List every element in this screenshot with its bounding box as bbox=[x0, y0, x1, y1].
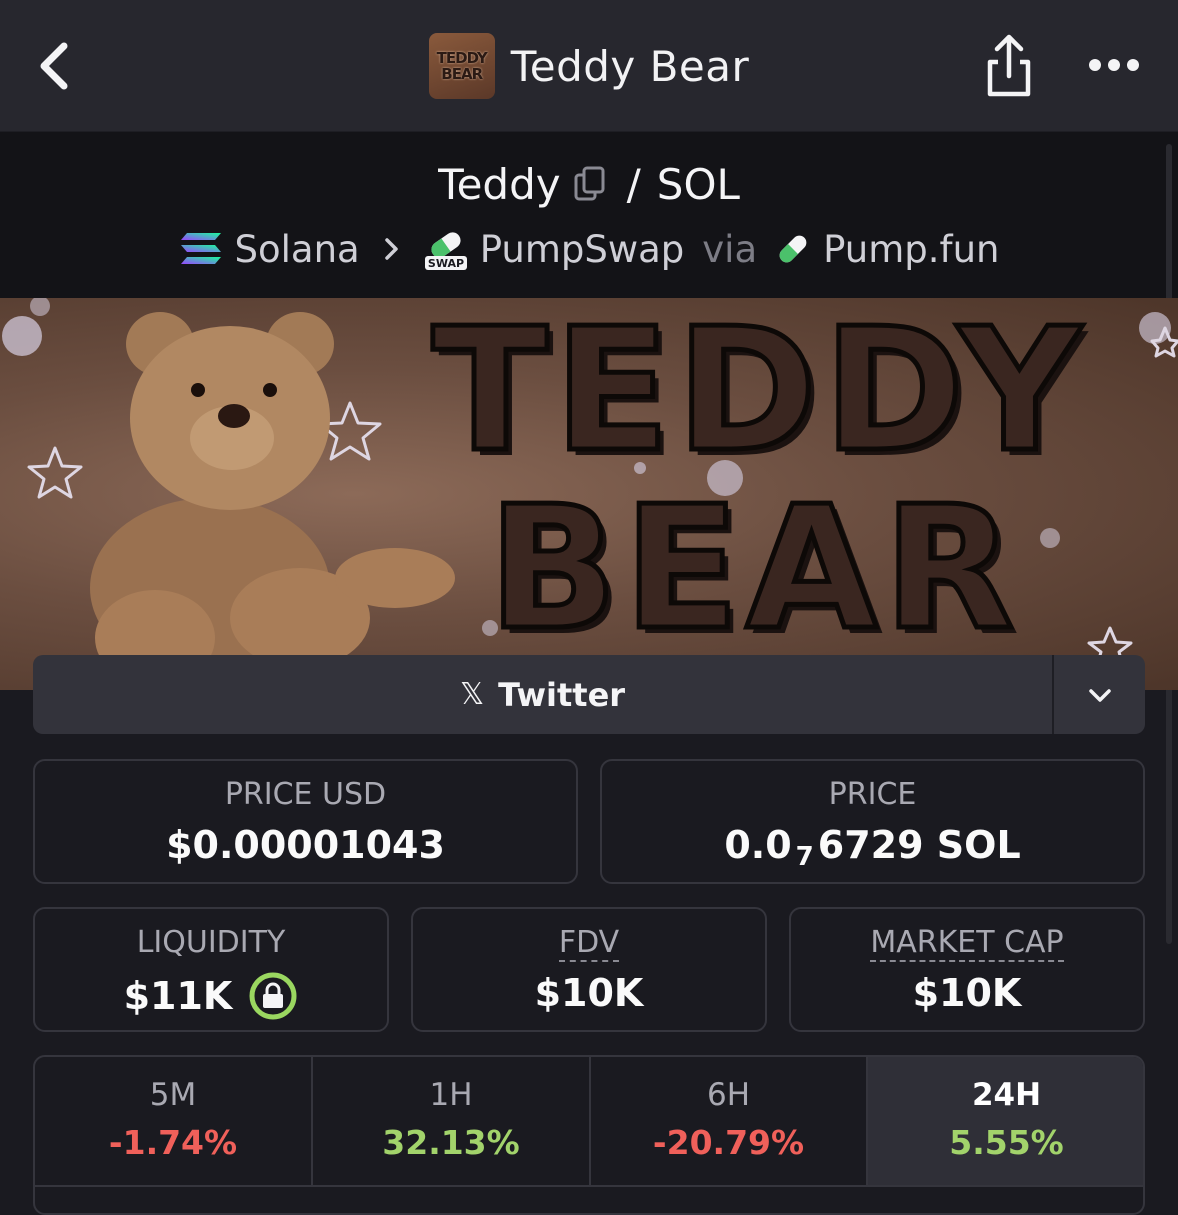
tab-1h[interactable]: 1H 32.13% bbox=[313, 1057, 589, 1187]
share-button[interactable] bbox=[980, 32, 1038, 100]
market-cap-label: MARKET CAP bbox=[870, 925, 1064, 962]
price-sol-label: PRICE bbox=[828, 777, 917, 812]
top-bar: TEDDY BEAR Teddy Bear bbox=[0, 0, 1178, 132]
liquidity-value: $11K bbox=[35, 971, 387, 1021]
market-cap-value: $10K bbox=[912, 971, 1022, 1015]
price-usd-card: PRICE USD $0.00001043 bbox=[33, 759, 578, 884]
via-label: via bbox=[702, 227, 758, 271]
quote-token: SOL bbox=[656, 159, 740, 209]
price-sol-value: 0.0 7 6729 SOL bbox=[724, 823, 1021, 872]
chevron-right-icon bbox=[384, 238, 398, 260]
launchpad-link[interactable]: Pump.fun bbox=[775, 228, 999, 271]
share-icon bbox=[987, 34, 1031, 97]
page-title: Teddy Bear bbox=[510, 41, 750, 91]
more-horizontal-icon bbox=[1089, 59, 1139, 71]
change-24h: 5.55% bbox=[949, 1123, 1064, 1162]
pair-info: Teddy / SOL Solana SWAP PumpSwap via Pum… bbox=[0, 132, 1178, 298]
base-token: Teddy bbox=[438, 159, 561, 209]
token-banner: TEDDY BEAR bbox=[0, 298, 1178, 690]
fdv-label: FDV bbox=[558, 925, 620, 962]
pill-icon bbox=[779, 235, 807, 263]
banner-title-line2: BEAR bbox=[485, 468, 1021, 671]
market-cap-card[interactable]: MARKET CAP $10K bbox=[789, 907, 1145, 1032]
twitter-link-button[interactable]: 𝕏 Twitter bbox=[33, 655, 1052, 734]
links-dropdown-button[interactable] bbox=[1054, 655, 1145, 734]
fdv-card[interactable]: FDV $10K bbox=[411, 907, 767, 1032]
token-logo: TEDDY BEAR bbox=[428, 33, 495, 99]
liquidity-card: LIQUIDITY $11K bbox=[33, 907, 389, 1032]
zero-count-subscript: 7 bbox=[795, 842, 814, 872]
liquidity-label: LIQUIDITY bbox=[136, 925, 286, 960]
tab-6h[interactable]: 6H -20.79% bbox=[591, 1057, 866, 1187]
change-1h: 32.13% bbox=[382, 1123, 520, 1162]
change-6h: -20.79% bbox=[652, 1123, 805, 1162]
teddy-bear-illustration bbox=[90, 312, 455, 686]
swap-badge-text: SWAP bbox=[428, 257, 464, 270]
x-logo-icon: 𝕏 bbox=[459, 677, 485, 712]
chain-breadcrumb: Solana SWAP PumpSwap via Pump.fun bbox=[0, 222, 1178, 276]
fdv-value: $10K bbox=[534, 971, 644, 1015]
tab-24h[interactable]: 24H 5.55% bbox=[868, 1057, 1143, 1187]
pair-name: Teddy / SOL bbox=[0, 154, 1178, 214]
tab-5m[interactable]: 5M -1.74% bbox=[35, 1057, 311, 1187]
price-usd-value: $0.00001043 bbox=[166, 823, 445, 867]
banner-title-line1: TEDDY bbox=[429, 298, 1088, 493]
lock-icon[interactable] bbox=[248, 971, 298, 1021]
more-options-button[interactable] bbox=[1086, 48, 1142, 82]
social-links-bar: 𝕏 Twitter bbox=[33, 655, 1145, 734]
twitter-label: Twitter bbox=[498, 675, 626, 714]
chain-link[interactable]: Solana bbox=[179, 228, 360, 271]
change-5m: -1.74% bbox=[108, 1123, 238, 1162]
copy-icon[interactable] bbox=[573, 165, 607, 203]
divider bbox=[35, 1185, 1143, 1187]
price-usd-label: PRICE USD bbox=[224, 777, 387, 812]
pumpswap-icon: SWAP bbox=[424, 232, 467, 270]
price-change-tabs: 5M -1.74% 1H 32.13% 6H -20.79% 24H 5.55% bbox=[33, 1055, 1145, 1215]
solana-icon bbox=[180, 233, 221, 264]
dex-link[interactable]: SWAP PumpSwap bbox=[424, 227, 684, 271]
price-sol-card: PRICE 0.0 7 6729 SOL bbox=[600, 759, 1145, 884]
chevron-down-icon bbox=[1088, 688, 1111, 702]
pair-separator: / bbox=[626, 159, 641, 209]
